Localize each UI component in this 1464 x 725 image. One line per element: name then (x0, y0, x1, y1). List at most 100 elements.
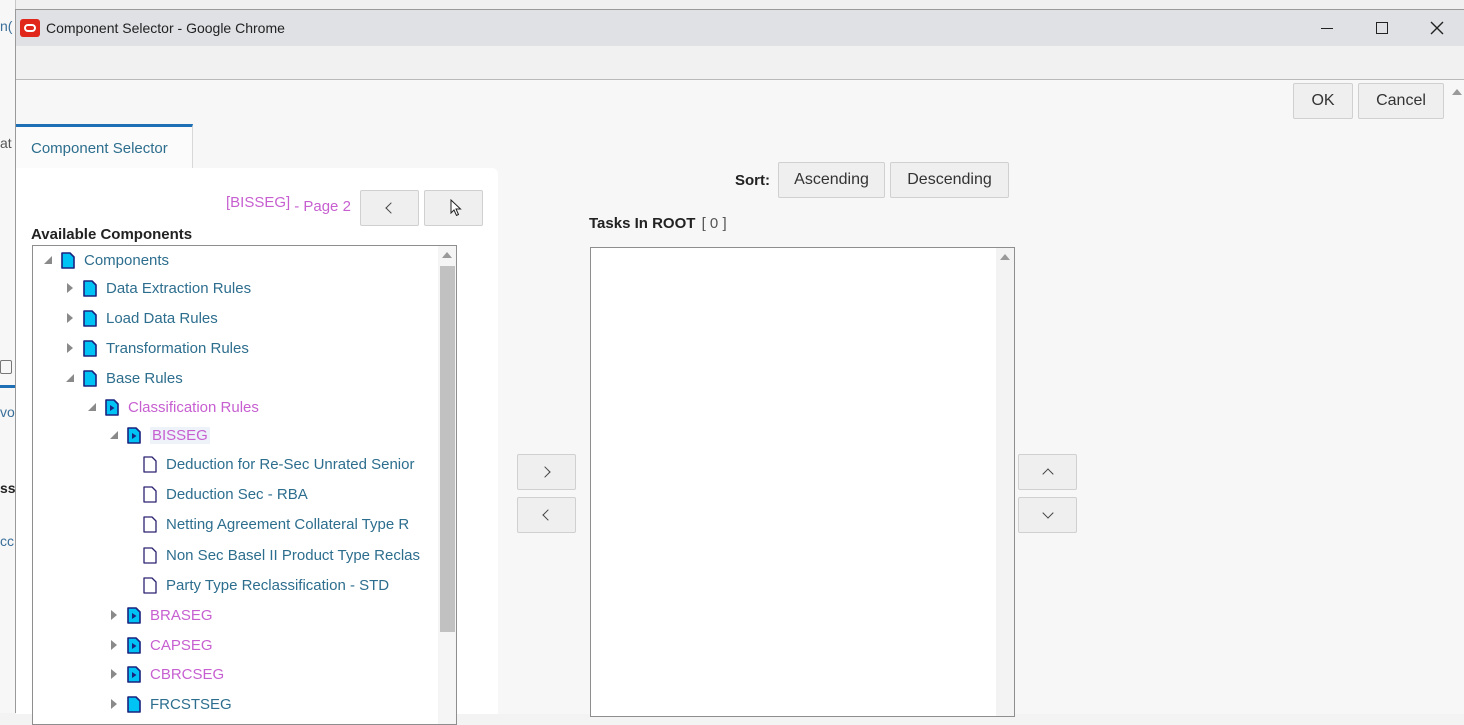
page-number: - Page 2 (294, 198, 351, 215)
tree-node-label: CAPSEG (150, 636, 213, 654)
folder-play-icon (127, 606, 141, 624)
tree-node[interactable]: Transformation Rules (63, 336, 249, 360)
expand-toggle-expanded-icon[interactable] (41, 256, 55, 264)
expand-toggle-collapsed-icon[interactable] (63, 313, 77, 323)
tree-node[interactable]: CAPSEG (107, 633, 213, 657)
tree-node[interactable]: BISSEG (107, 423, 210, 447)
remove-from-tasks-button[interactable] (517, 497, 576, 533)
address-bar (16, 46, 1464, 80)
tree-node[interactable]: Load Data Rules (63, 306, 218, 330)
expand-toggle-collapsed-icon[interactable] (107, 640, 121, 650)
tree-node[interactable]: CBRCSEG (107, 662, 224, 686)
close-icon (1430, 21, 1444, 35)
file-icon (143, 455, 157, 473)
background-underline (0, 385, 15, 388)
expand-toggle-expanded-icon[interactable] (107, 431, 121, 439)
tree-node[interactable]: Base Rules (63, 366, 183, 390)
tree-node-label: Classification Rules (128, 398, 259, 416)
ok-button[interactable]: OK (1293, 83, 1353, 119)
oracle-icon (20, 19, 40, 37)
tree-node-label: Netting Agreement Collateral Type R (166, 515, 410, 533)
folder-icon (83, 369, 97, 387)
tree-node[interactable]: Deduction for Re-Sec Unrated Senior (143, 452, 414, 476)
expand-toggle-expanded-icon[interactable] (63, 374, 77, 382)
tree-node-label: Components (84, 251, 170, 269)
file-icon (143, 485, 157, 503)
expand-toggle-collapsed-icon[interactable] (107, 610, 121, 620)
expand-toggle-collapsed-icon[interactable] (63, 283, 77, 293)
scrollbar-thumb[interactable] (440, 266, 455, 632)
folder-icon (83, 309, 97, 327)
tree-node-label: FRCSTSEG (150, 695, 232, 713)
tree-node[interactable]: Data Extraction Rules (63, 276, 251, 300)
tree-node-label: BISSEG (150, 426, 210, 444)
background-text: at (0, 135, 12, 151)
tree-node-label: BRASEG (150, 606, 213, 624)
file-icon (143, 576, 157, 594)
background-text: cc (0, 533, 14, 549)
tree-node[interactable]: BRASEG (107, 603, 213, 627)
scroll-up-arrow[interactable] (442, 252, 452, 258)
tree-scrollbar[interactable] (438, 246, 456, 724)
tree-node-label: Non Sec Basel II Product Type Reclas (166, 546, 421, 564)
tree-node-label: Transformation Rules (106, 339, 249, 357)
tab-component-selector[interactable]: Component Selector (16, 124, 193, 169)
folder-play-icon (127, 665, 141, 683)
tree-node[interactable]: Netting Agreement Collateral Type R (143, 512, 409, 536)
file-icon (143, 546, 157, 564)
tree-node-label: CBRCSEG (150, 665, 225, 683)
tree-node[interactable]: Components (41, 248, 169, 272)
sort-descending-button[interactable]: Descending (890, 162, 1009, 198)
expand-toggle-collapsed-icon[interactable] (63, 343, 77, 353)
chevron-up-icon (1041, 468, 1054, 480)
tree-node[interactable]: Party Type Reclassification - STD (143, 573, 389, 597)
background-text: ss (0, 480, 16, 496)
scroll-up-arrow[interactable] (1000, 254, 1010, 260)
tree-node-label: Base Rules (106, 369, 183, 387)
chevron-down-icon (1041, 507, 1054, 519)
tree-node-label: Party Type Reclassification - STD (166, 576, 390, 594)
folder-play-icon (127, 426, 141, 444)
tasks-scrollbar[interactable] (996, 248, 1014, 716)
maximize-button[interactable] (1355, 10, 1409, 46)
background-text: n( (0, 18, 13, 34)
add-to-tasks-button[interactable] (517, 454, 576, 490)
tasks-list[interactable] (590, 247, 1015, 717)
chevron-left-icon (385, 202, 397, 214)
title-bar[interactable]: Component Selector - Google Chrome (16, 10, 1464, 46)
folder-icon (61, 251, 75, 269)
mouse-cursor-icon (450, 199, 462, 217)
tree-node[interactable]: Non Sec Basel II Product Type Reclas (143, 543, 420, 567)
minimize-button[interactable] (1300, 10, 1354, 46)
page-filter: [BISSEG] (226, 194, 291, 211)
prev-page-button[interactable] (360, 190, 419, 226)
move-up-button[interactable] (1018, 454, 1077, 490)
close-button[interactable] (1410, 10, 1464, 46)
tree-node[interactable]: Deduction Sec - RBA (143, 482, 308, 506)
tasks-heading-text: Tasks In ROOT (589, 215, 696, 232)
tree-node-label: Load Data Rules (106, 309, 218, 327)
chevron-left-icon (542, 509, 554, 521)
tree-node[interactable]: Classification Rules (85, 395, 259, 419)
page-scroll-up-arrow[interactable] (1452, 89, 1462, 95)
sort-ascending-button[interactable]: Ascending (778, 162, 885, 198)
move-down-button[interactable] (1018, 497, 1077, 533)
tree-node[interactable]: FRCSTSEG (107, 692, 232, 716)
tree-node-label: Deduction for Re-Sec Unrated Senior (166, 455, 415, 473)
chrome-popup-window: Component Selector - Google Chrome OK Ca… (15, 9, 1464, 725)
tasks-heading: Tasks In ROOT [ 0 ] (589, 215, 727, 232)
cancel-button[interactable]: Cancel (1358, 83, 1444, 119)
expand-toggle-expanded-icon[interactable] (85, 403, 99, 411)
tree-node-label: Deduction Sec - RBA (166, 485, 308, 503)
file-icon (143, 515, 157, 533)
available-components-heading: Available Components (31, 226, 193, 243)
chevron-right-icon (539, 466, 551, 478)
tree-node-label: Data Extraction Rules (106, 279, 252, 297)
tab-label: Component Selector (31, 139, 168, 157)
page-info: [BISSEG] - Page 2 (226, 194, 351, 215)
next-page-button[interactable] (424, 190, 483, 226)
tasks-count: [ 0 ] (701, 215, 727, 232)
maximize-icon (1376, 22, 1388, 34)
expand-toggle-collapsed-icon[interactable] (107, 699, 121, 709)
expand-toggle-collapsed-icon[interactable] (107, 669, 121, 679)
